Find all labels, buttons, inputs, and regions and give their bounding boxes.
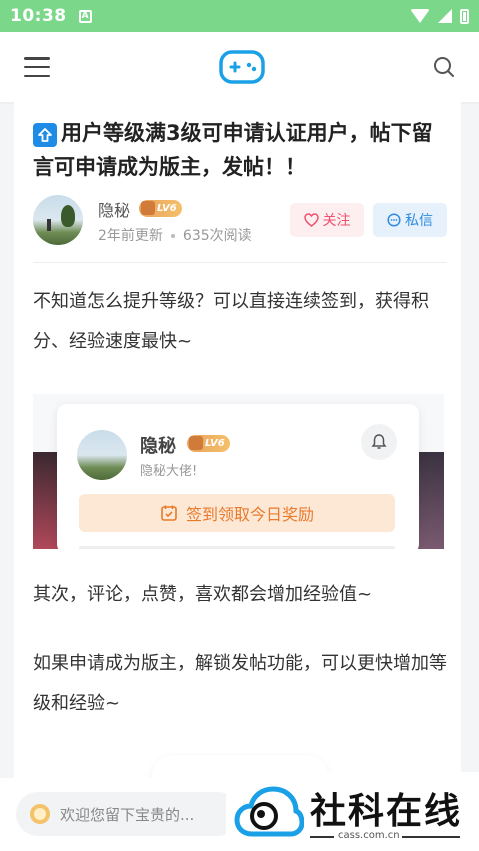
embedded-screenshot: 隐秘 LV6 隐秘大佬! 签到领取今日奖励	[33, 394, 444, 549]
paragraph-1: 不知道怎么提升等级？可以直接连续签到，获得积分、经验速度最快~	[33, 291, 429, 352]
comment-placeholder: 欢迎您留下宝贵的...	[60, 805, 195, 824]
paragraph-3: 如果申请成为版主，解锁发帖功能，可以更快增加等级和经验~	[33, 653, 447, 714]
notification-a-icon: A	[78, 9, 92, 23]
divider	[33, 262, 447, 263]
post-title-row: 用户等级满3级可申请认证用户，帖下留言可申请成为版主，发帖！！	[33, 116, 443, 184]
heart-icon	[303, 213, 319, 227]
author-name[interactable]: 隐秘	[98, 197, 130, 221]
message-label: 私信	[405, 213, 433, 229]
calendar-icon	[161, 505, 177, 521]
updated-time: 2年前更新	[98, 228, 163, 244]
cloud-eye-logo-icon	[234, 786, 304, 837]
message-button[interactable]: 私信	[373, 203, 447, 237]
post-meta: 2年前更新 635次阅读	[98, 225, 252, 245]
paragraph-2: 其次，评论，点赞，喜欢都会增加经验值~	[33, 584, 373, 605]
post-card: 用户等级满3级可申请认证用户，帖下留言可申请成为版主，发帖！！ 隐秘 LV6 2…	[14, 102, 461, 782]
embedded-sign-label: 签到领取今日奖励	[185, 505, 314, 524]
author-row: 隐秘 LV6 2年前更新 635次阅读 关注 私信	[33, 195, 447, 247]
avatar[interactable]	[33, 195, 83, 245]
search-icon[interactable]	[433, 56, 455, 78]
embedded-avatar	[77, 430, 127, 480]
embedded-level-badge: LV6	[187, 435, 230, 452]
embedded-subtitle: 隐秘大佬!	[140, 464, 198, 479]
signal-icon	[438, 9, 452, 23]
wifi-icon	[410, 9, 430, 23]
level-badge: LV6	[139, 200, 182, 217]
upgrade-arrow-icon	[33, 123, 57, 147]
follow-label: 关注	[322, 213, 351, 229]
battery-icon	[460, 8, 469, 24]
comment-input[interactable]: 欢迎您留下宝贵的...	[16, 792, 240, 836]
embedded-sign-button: 签到领取今日奖励	[79, 494, 395, 532]
status-time: 10:38	[10, 6, 67, 26]
watermark-text: 社科在线	[310, 791, 463, 832]
post-title-text: 用户等级满3级可申请认证用户，帖下留言可申请成为版主，发帖！！	[33, 121, 433, 179]
gamepad-icon[interactable]	[218, 50, 265, 84]
chat-bubble-icon	[387, 213, 401, 227]
top-navbar	[0, 32, 479, 102]
watermark: 社科在线 cass.com.cn	[226, 772, 479, 851]
watermark-domain: cass.com.cn	[338, 830, 400, 841]
post-title: 用户等级满3级可申请认证用户，帖下留言可申请成为版主，发帖！！	[33, 116, 443, 184]
hamburger-icon[interactable]	[24, 57, 50, 77]
embedded-name: 隐秘	[140, 436, 176, 457]
bell-icon	[361, 424, 397, 460]
user-face-icon	[30, 804, 50, 824]
status-bar: 10:38 A	[0, 0, 479, 32]
read-count: 635次阅读	[182, 228, 252, 244]
follow-button[interactable]: 关注	[290, 203, 364, 237]
